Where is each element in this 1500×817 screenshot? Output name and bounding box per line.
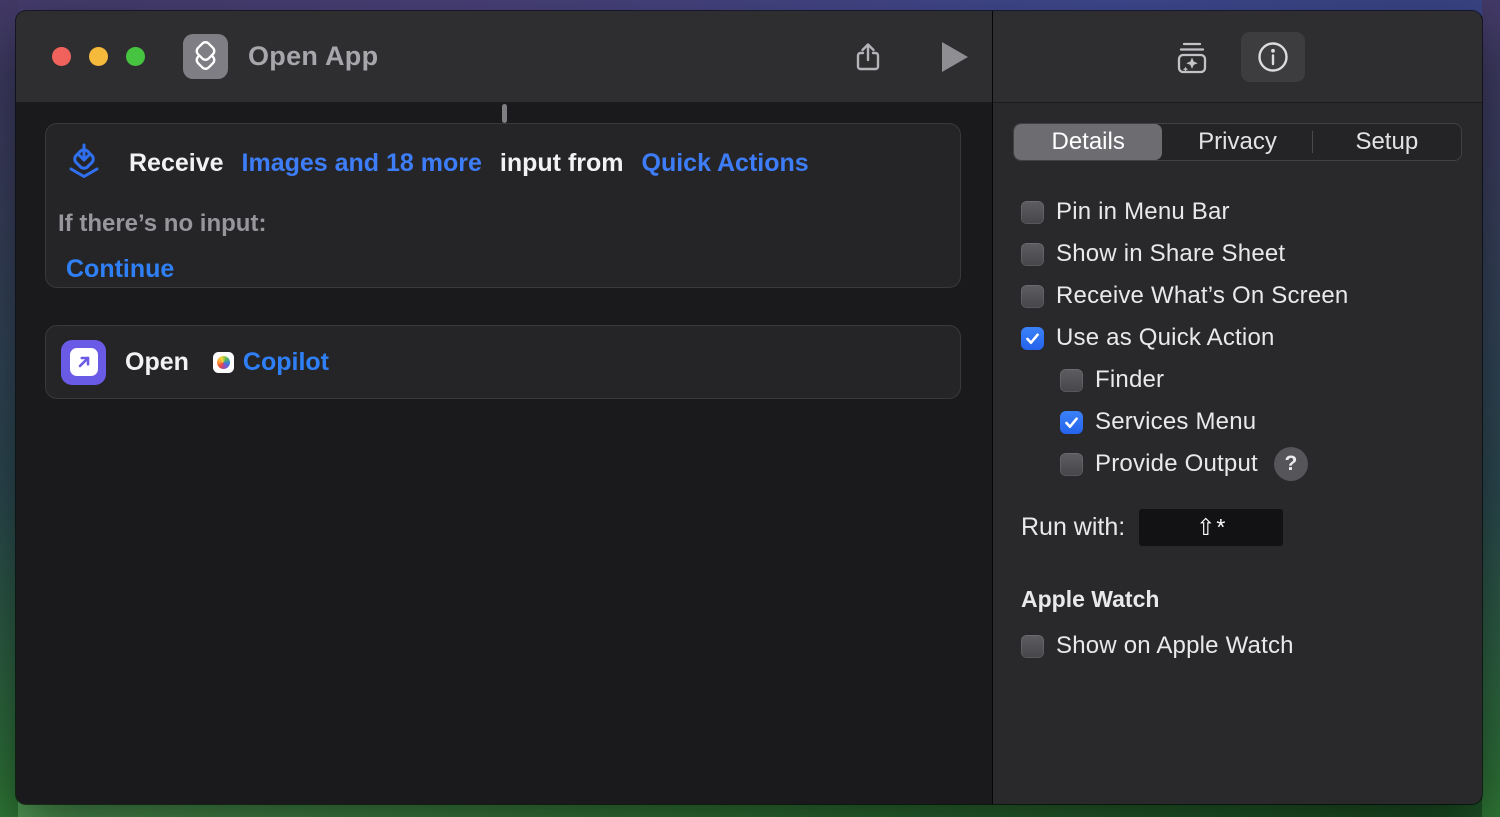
- checkbox-show-on-apple-watch[interactable]: [1021, 635, 1044, 658]
- info-panel-toggle-button[interactable]: [1241, 32, 1305, 82]
- run-with-label: Run with:: [1021, 513, 1125, 542]
- shortcut-canvas[interactable]: Receive Images and 18 more input from Qu…: [16, 103, 992, 804]
- close-button[interactable]: [52, 47, 71, 66]
- input-source-link[interactable]: Quick Actions: [642, 149, 809, 178]
- option-row-show-in-share-sheet: Show in Share Sheet: [1021, 233, 1482, 275]
- option-row-pin-in-menu-bar: Pin in Menu Bar: [1021, 191, 1482, 233]
- arrow-up-right-icon: [74, 352, 94, 372]
- zoom-button[interactable]: [126, 47, 145, 66]
- receive-label: Receive: [129, 149, 224, 178]
- option-row-finder: Finder: [1021, 359, 1482, 401]
- checkbox-show-in-share-sheet[interactable]: [1021, 243, 1044, 266]
- canvas-caret: [502, 104, 507, 123]
- action-library-icon: [1171, 36, 1213, 78]
- option-label: Pin in Menu Bar: [1056, 198, 1230, 226]
- share-button[interactable]: [850, 39, 886, 75]
- option-label: Show on Apple Watch: [1056, 632, 1294, 660]
- tab-privacy[interactable]: Privacy: [1163, 124, 1311, 160]
- help-button[interactable]: ?: [1274, 447, 1308, 481]
- tab-details[interactable]: Details: [1014, 124, 1162, 160]
- run-with-row: Run with: ⇧*: [1021, 509, 1482, 546]
- option-label: Provide Output: [1095, 450, 1258, 478]
- option-row-use-as-quick-action: Use as Quick Action: [1021, 317, 1482, 359]
- checkmark-icon: [1024, 330, 1041, 347]
- desktop-wallpaper-right: [1482, 0, 1500, 817]
- details-options-list: Pin in Menu Bar Show in Share Sheet Rece…: [993, 161, 1482, 485]
- checkbox-pin-in-menu-bar[interactable]: [1021, 201, 1044, 224]
- apple-watch-header: Apple Watch: [1021, 586, 1482, 613]
- option-row-services-menu: Services Menu: [1021, 401, 1482, 443]
- no-input-label: If there’s no input:: [58, 210, 960, 238]
- info-icon: [1254, 38, 1292, 76]
- inspector-content: Details Privacy Setup Pin in Menu Bar: [993, 103, 1482, 667]
- editor-pane: Open App: [16, 11, 992, 804]
- shortcut-input-icon: [62, 140, 106, 186]
- copilot-app-icon: [213, 352, 234, 373]
- apple-watch-section: Apple Watch Show on Apple Watch: [1021, 586, 1482, 667]
- input-from-label: input from: [500, 149, 624, 178]
- option-row-show-on-apple-watch: Show on Apple Watch: [1021, 625, 1482, 667]
- option-label: Finder: [1095, 366, 1164, 394]
- option-row-receive-whats-on-screen: Receive What’s On Screen: [1021, 275, 1482, 317]
- checkmark-icon: [1063, 414, 1080, 431]
- titlebar: Open App: [16, 11, 992, 103]
- share-icon: [850, 39, 886, 75]
- action-card-receive[interactable]: Receive Images and 18 more input from Qu…: [45, 123, 961, 288]
- window-title[interactable]: Open App: [248, 41, 378, 72]
- checkbox-finder[interactable]: [1060, 369, 1083, 392]
- minimize-button[interactable]: [89, 47, 108, 66]
- inspector-toolbar: [993, 11, 1482, 103]
- no-input-action-link[interactable]: Continue: [66, 255, 174, 284]
- action-card-open-app[interactable]: Open Copilot: [45, 325, 961, 399]
- option-label: Show in Share Sheet: [1056, 240, 1285, 268]
- traffic-lights: [52, 47, 145, 66]
- checkbox-services-menu[interactable]: [1060, 411, 1083, 434]
- shortcut-app-icon: [183, 34, 228, 79]
- app-link[interactable]: Copilot: [243, 348, 329, 377]
- checkbox-use-as-quick-action[interactable]: [1021, 327, 1044, 350]
- run-shortcut-button play-icon[interactable]: [942, 42, 968, 72]
- open-app-action-icon: [61, 340, 106, 385]
- inspector-pane: Details Privacy Setup Pin in Menu Bar: [992, 11, 1482, 804]
- option-label: Services Menu: [1095, 408, 1256, 436]
- option-label: Use as Quick Action: [1056, 324, 1275, 352]
- option-label: Receive What’s On Screen: [1056, 282, 1348, 310]
- shortcuts-editor-window: Open App: [16, 11, 1482, 804]
- checkbox-provide-output[interactable]: [1060, 453, 1083, 476]
- inspector-tab-bar: Details Privacy Setup: [1013, 123, 1462, 161]
- open-label: Open: [125, 348, 189, 377]
- action-library-button[interactable]: [1171, 36, 1213, 78]
- checkbox-receive-whats-on-screen[interactable]: [1021, 285, 1044, 308]
- option-row-provide-output: Provide Output ?: [1021, 443, 1482, 485]
- app-parameter-chip[interactable]: Copilot: [213, 348, 329, 377]
- tab-setup[interactable]: Setup: [1313, 124, 1461, 160]
- input-types-link[interactable]: Images and 18 more: [242, 149, 482, 178]
- keyboard-shortcut-field[interactable]: ⇧*: [1139, 509, 1283, 546]
- shortcuts-glyph: [183, 34, 228, 79]
